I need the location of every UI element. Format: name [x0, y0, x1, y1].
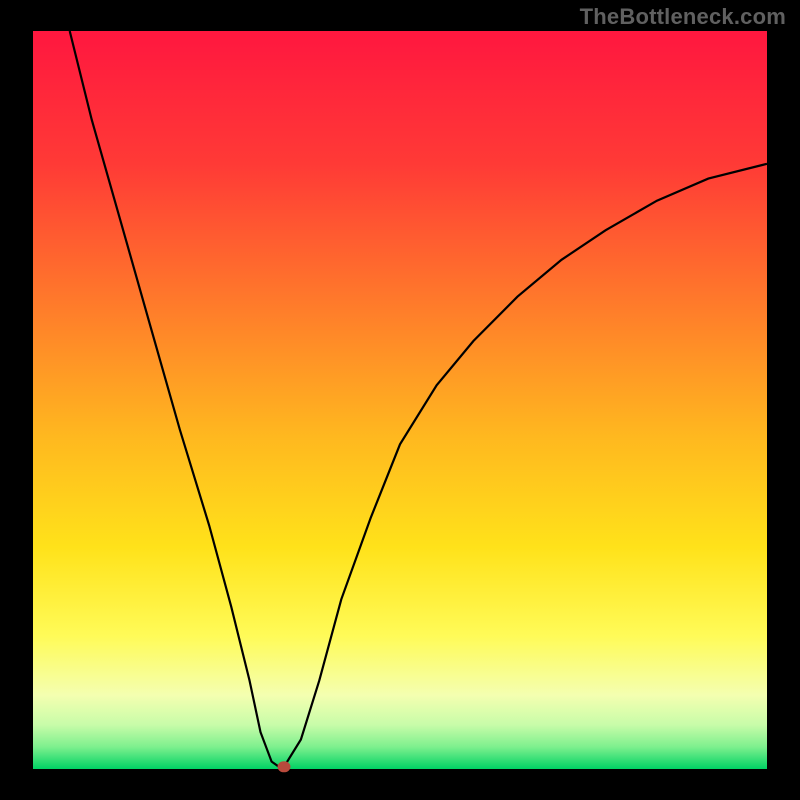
minimum-marker [278, 761, 291, 772]
watermark-text: TheBottleneck.com [580, 4, 786, 30]
plot-background [33, 31, 767, 769]
bottleneck-chart [0, 0, 800, 800]
chart-container: TheBottleneck.com [0, 0, 800, 800]
